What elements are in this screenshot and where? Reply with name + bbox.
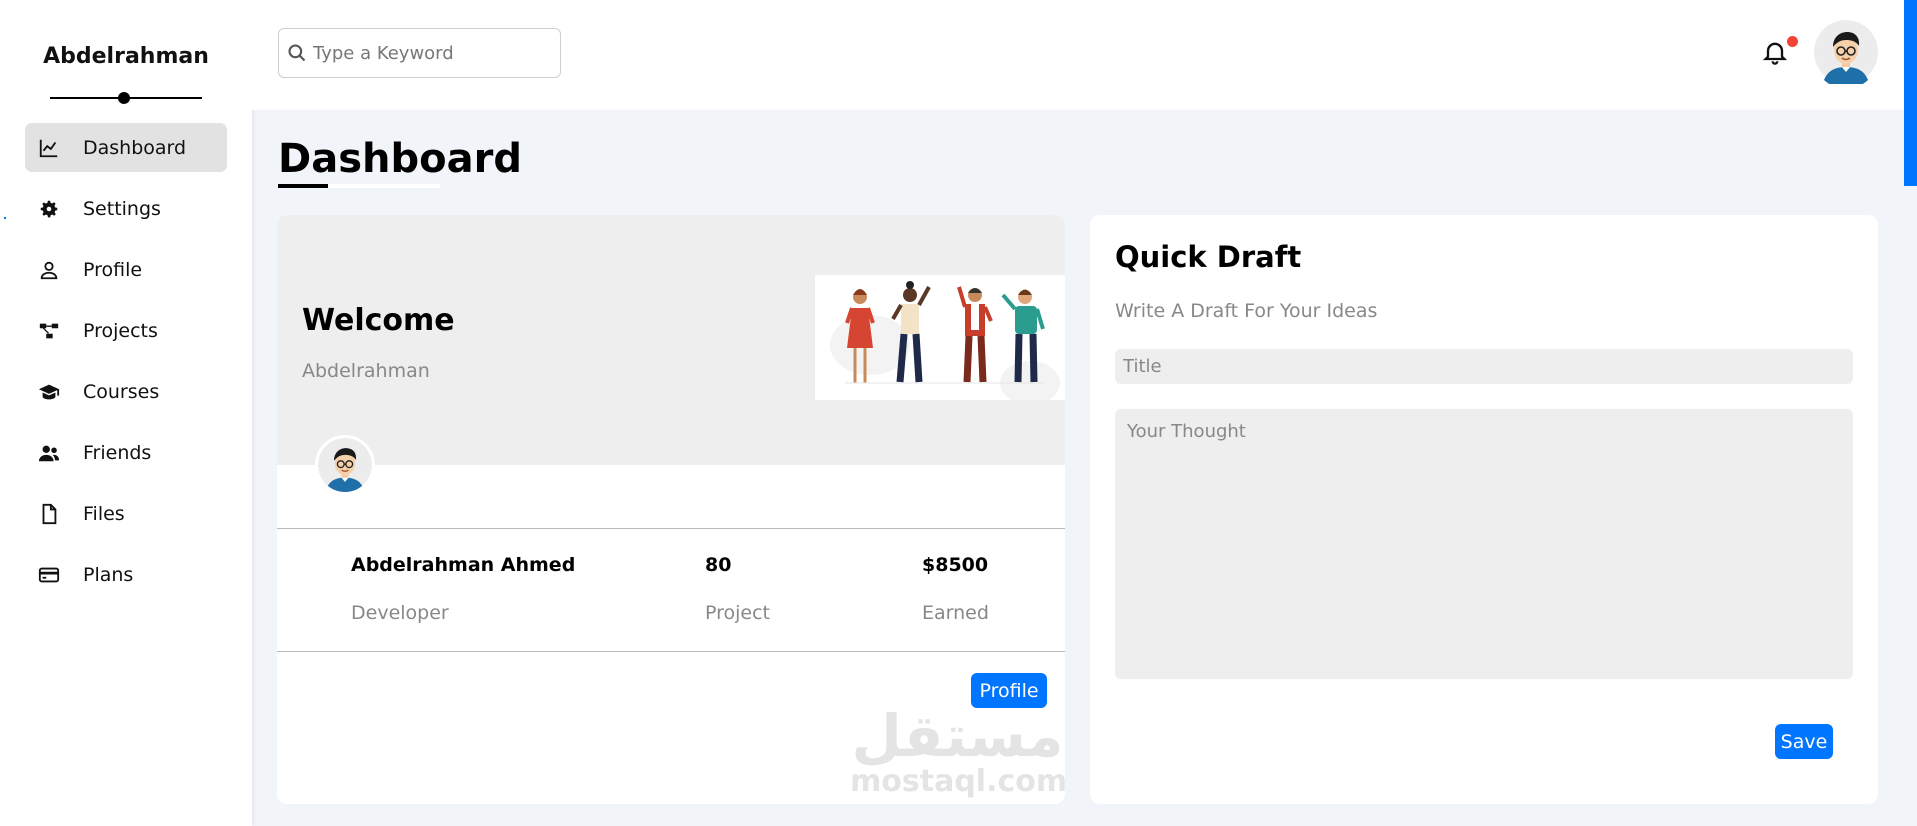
search-icon <box>288 44 306 62</box>
sidebar-item-profile[interactable]: Profile <box>25 245 227 294</box>
stat-label: Earned <box>922 602 989 624</box>
page-title: Dashboard <box>278 136 522 182</box>
save-button[interactable]: Save <box>1775 724 1833 759</box>
search-box[interactable] <box>278 28 561 78</box>
watermark-latin: mostaql.com <box>850 764 1065 799</box>
stat-value: Abdelrahman Ahmed <box>351 554 576 576</box>
graduation-cap-icon <box>37 380 61 404</box>
draft-subtitle: Write A Draft For Your Ideas <box>1115 300 1378 322</box>
stray-pixel <box>4 217 6 219</box>
sidebar-item-label: Dashboard <box>83 136 187 159</box>
sidebar-item-label: Profile <box>83 258 143 281</box>
sidebar-item-label: Files <box>83 502 125 525</box>
file-icon <box>37 502 61 526</box>
brand-divider-dot <box>118 92 130 104</box>
welcome-subtitle: Abdelrahman <box>302 360 430 382</box>
sidebar-item-label: Plans <box>83 563 134 586</box>
sidebar-item-label: Friends <box>83 441 152 464</box>
watermark: مستقل mostaql.com <box>850 705 1065 804</box>
users-icon <box>37 441 61 465</box>
gear-icon <box>37 197 61 221</box>
sidebar-item-settings[interactable]: Settings <box>25 184 227 233</box>
sidebar-item-dashboard[interactable]: Dashboard <box>25 123 227 172</box>
sidebar-item-label: Projects <box>83 319 158 342</box>
sidebar-item-friends[interactable]: Friends <box>25 428 227 477</box>
stat-value: $8500 <box>922 554 989 576</box>
stat-label: Project <box>705 602 771 624</box>
sidebar-item-courses[interactable]: Courses <box>25 367 227 416</box>
draft-title: Quick Draft <box>1115 240 1302 274</box>
sidebar-item-projects[interactable]: Projects <box>25 306 227 355</box>
top-header <box>252 0 1917 110</box>
profile-stats: Abdelrahman Ahmed Developer 80 Project $… <box>277 528 1065 652</box>
scrollbar-thumb[interactable] <box>1904 0 1917 186</box>
search-input[interactable] <box>313 42 553 64</box>
sidebar: Abdelrahman Dashboard Settings Profile P… <box>0 0 252 826</box>
welcome-card: Welcome Abdelrahman Abdelrahman Ahmed De… <box>277 215 1065 804</box>
notification-dot <box>1787 36 1798 47</box>
quick-draft-card: Quick Draft Write A Draft For Your Ideas… <box>1090 215 1878 804</box>
diagram-project-icon <box>37 319 61 343</box>
credit-card-icon <box>37 563 61 587</box>
draft-body-textarea[interactable] <box>1115 409 1853 679</box>
avatar[interactable] <box>1814 20 1878 84</box>
stat-value: 80 <box>705 554 732 576</box>
title-underline-accent <box>278 184 328 188</box>
sidebar-item-plans[interactable]: Plans <box>25 550 227 599</box>
welcome-title: Welcome <box>302 303 455 338</box>
brand-title: Abdelrahman <box>43 44 209 69</box>
people-illustration <box>815 275 1065 400</box>
sidebar-item-label: Courses <box>83 380 160 403</box>
sidebar-nav: Dashboard Settings Profile Projects Cour… <box>25 123 227 611</box>
sidebar-item-label: Settings <box>83 197 161 220</box>
chart-line-icon <box>37 136 61 160</box>
watermark-arabic: مستقل <box>851 702 1064 770</box>
bell-icon[interactable] <box>1761 37 1789 67</box>
sidebar-item-files[interactable]: Files <box>25 489 227 538</box>
stat-label: Developer <box>351 602 449 624</box>
avatar <box>315 435 375 495</box>
user-icon <box>37 258 61 282</box>
draft-title-input[interactable] <box>1115 349 1853 384</box>
welcome-header: Welcome Abdelrahman <box>277 215 1065 465</box>
